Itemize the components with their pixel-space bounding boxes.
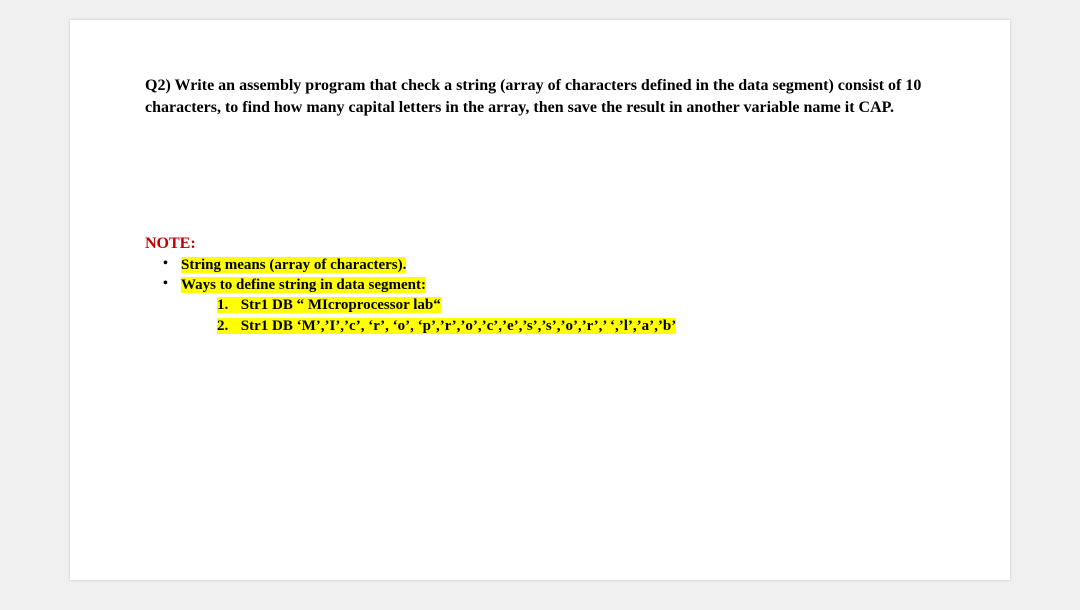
- note-title: NOTE:: [145, 235, 935, 253]
- bullet-item: Ways to define string in data segment: 1…: [181, 275, 935, 336]
- bullet-text: Ways to define string in data segment:: [181, 277, 426, 293]
- numbered-content: 1. Str1 DB “ MIcroprocessor lab“: [217, 297, 441, 313]
- note-section: NOTE: String means (array of characters)…: [145, 235, 935, 336]
- document-page: Q2) Write an assembly program that check…: [70, 20, 1010, 580]
- numbered-content: 2. Str1 DB ‘M’,’I’,’c’, ‘r’, ‘o’, ‘p’,’r…: [217, 318, 676, 334]
- bullet-item: String means (array of characters).: [181, 255, 935, 275]
- numbered-text: Str1 DB ‘M’,’I’,’c’, ‘r’, ‘o’, ‘p’,’r’,’…: [241, 318, 676, 334]
- numbered-item: 2. Str1 DB ‘M’,’I’,’c’, ‘r’, ‘o’, ‘p’,’r…: [217, 316, 935, 336]
- numbered-item: 1. Str1 DB “ MIcroprocessor lab“: [217, 295, 935, 315]
- num-marker: 1.: [217, 295, 237, 315]
- bullet-text: String means (array of characters).: [181, 257, 406, 273]
- num-marker: 2.: [217, 316, 237, 336]
- numbered-text: Str1 DB “ MIcroprocessor lab“: [241, 297, 441, 313]
- bullet-list: String means (array of characters). Ways…: [145, 255, 935, 336]
- question-text: Q2) Write an assembly program that check…: [145, 75, 935, 120]
- numbered-list: 1. Str1 DB “ MIcroprocessor lab“ 2. Str1…: [181, 295, 935, 336]
